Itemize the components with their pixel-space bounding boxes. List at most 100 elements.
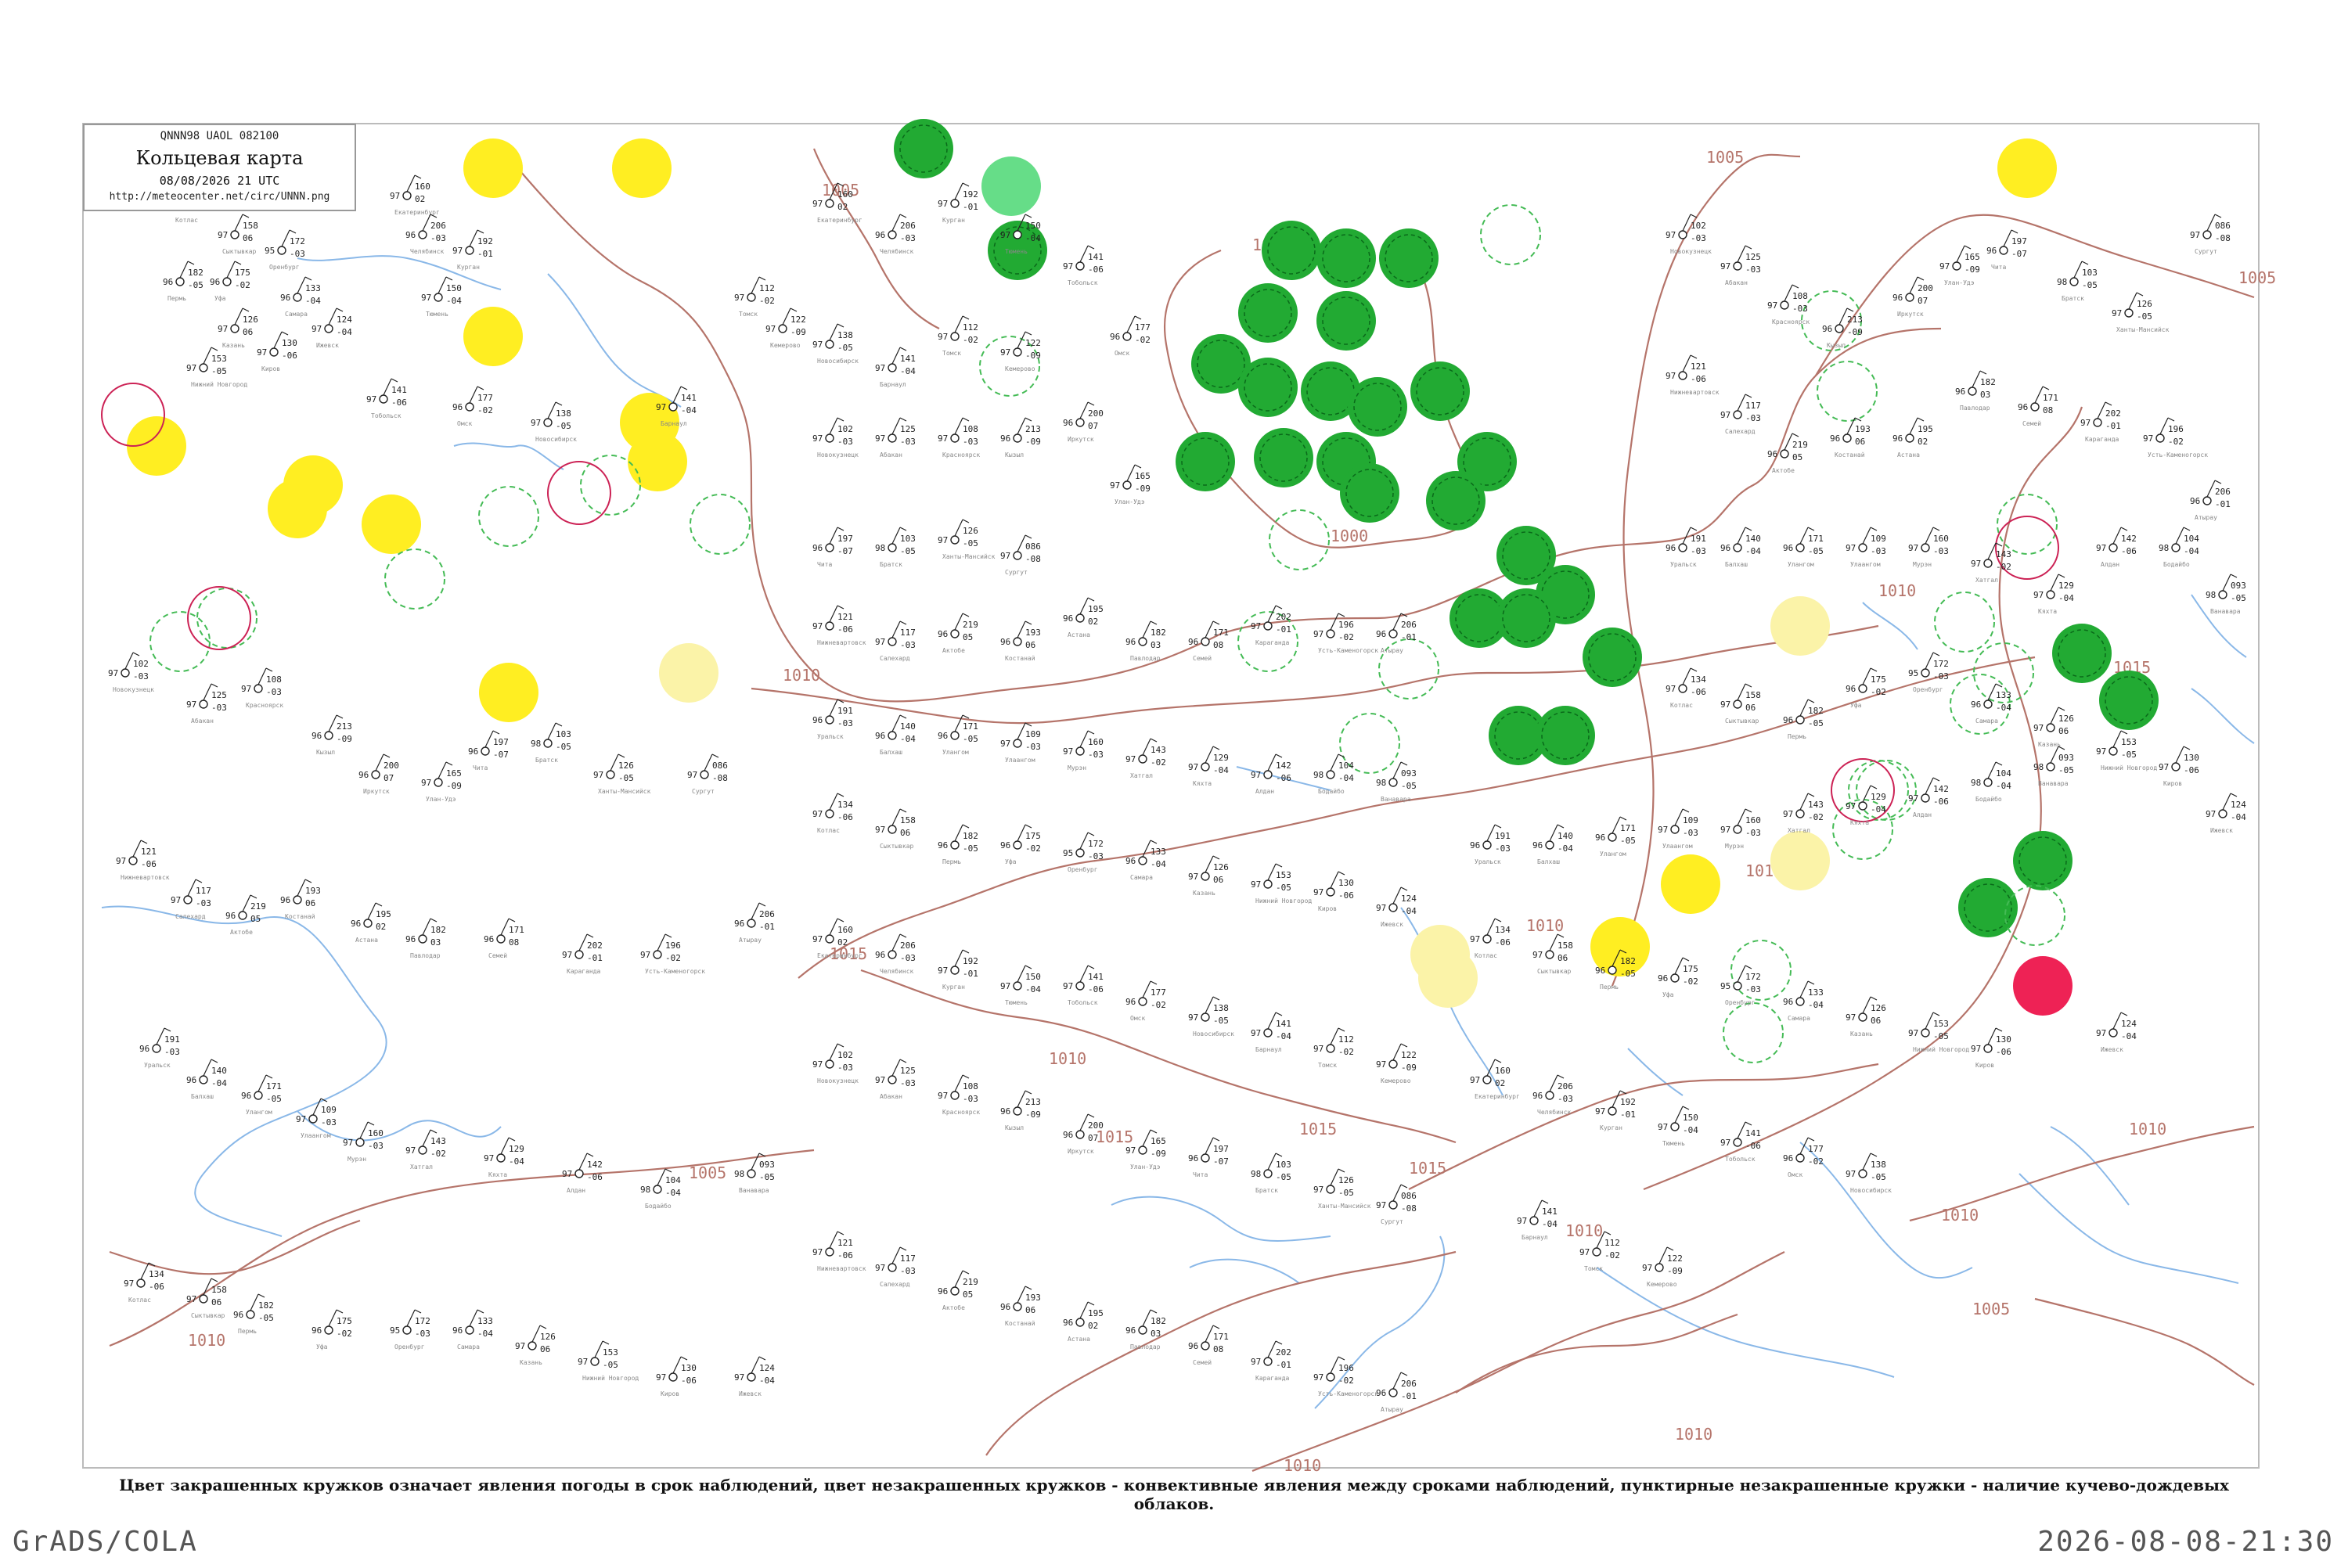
- station-name: Усть-Каменогорск: [1318, 1390, 1378, 1397]
- station-name: Мурэн: [1913, 561, 1932, 568]
- station-marker: [700, 770, 709, 779]
- temperature-value: 96: [1783, 997, 1793, 1007]
- temperature-value: 97: [2096, 746, 2106, 757]
- pressure-value: 122: [1401, 1050, 1417, 1060]
- temperature-value: 97: [812, 809, 823, 819]
- tendency-value: 02: [1495, 1078, 1505, 1088]
- station-marker: [230, 230, 239, 239]
- temperature-value: 96: [938, 1286, 948, 1296]
- temperature-value: 96: [812, 543, 823, 553]
- station-name: Атырау: [1381, 647, 1403, 654]
- pressure-value: 193: [1855, 424, 1871, 434]
- station-marker: [434, 778, 443, 787]
- tendency-value: -04: [1025, 233, 1041, 243]
- tendency-value: -02: [1808, 1156, 1824, 1167]
- station-marker: [574, 950, 584, 959]
- pressure-value: 086: [1401, 1191, 1417, 1201]
- station-marker: [1075, 746, 1085, 756]
- temperature-value: 97: [2159, 762, 2169, 772]
- tendency-value: -04: [337, 327, 352, 337]
- station-name: Екатеринбург: [1475, 1092, 1520, 1100]
- tendency-value: 03: [430, 937, 441, 948]
- temperature-value: 97: [1846, 1169, 1856, 1179]
- tendency-value: -03: [963, 437, 978, 447]
- pressure-value: 126: [1213, 862, 1229, 872]
- temperature-value: 98: [2033, 762, 2044, 772]
- station-marker: [888, 825, 897, 834]
- station-name: Тюмень: [426, 311, 448, 318]
- pressure-value: 108: [266, 674, 282, 685]
- station-marker: [825, 433, 834, 443]
- station-name: Кызыл: [1005, 1124, 1024, 1131]
- station-name: Пермь: [1600, 984, 1619, 991]
- station-marker: [825, 934, 834, 944]
- temperature-value: 97: [1313, 1044, 1323, 1054]
- station-marker: [825, 621, 834, 631]
- tendency-value: -03: [164, 1047, 180, 1057]
- pressure-value: 102: [1691, 221, 1706, 231]
- station-marker: [1921, 668, 1930, 678]
- temperature-value: 97: [1188, 762, 1198, 772]
- pressure-value: 182: [430, 925, 446, 935]
- station-name: Балхаш: [880, 749, 902, 756]
- temperature-value: 97: [1517, 1216, 1527, 1226]
- station-name: Тюмень: [1662, 1140, 1685, 1147]
- station-name: Барнаул: [661, 420, 687, 427]
- station-name: Иркутск: [363, 788, 390, 795]
- station-marker: [1678, 684, 1687, 693]
- tendency-value: -07: [1213, 1156, 1229, 1167]
- tendency-value: 03: [1151, 640, 1161, 650]
- station-marker: [1858, 801, 1867, 811]
- tendency-value: 05: [1792, 452, 1802, 462]
- station-name: Кемерово: [1381, 1077, 1411, 1084]
- station-marker: [277, 246, 286, 255]
- temperature-value: 97: [1658, 825, 1668, 835]
- station-name: Киров: [2163, 780, 2182, 787]
- tendency-value: -02: [1151, 1000, 1166, 1010]
- temperature-value: 96: [1000, 840, 1010, 851]
- tendency-value: -04: [1683, 1125, 1698, 1135]
- station-marker: [1013, 1106, 1022, 1116]
- station-marker: [1733, 410, 1742, 419]
- pressure-value: 182: [1151, 1316, 1166, 1326]
- pressure-value: 140: [1558, 831, 1573, 841]
- station-name: Омск: [1115, 350, 1129, 357]
- station-name: Нижний Новгород: [582, 1375, 639, 1382]
- tendency-value: 02: [837, 202, 848, 212]
- tendency-value: -03: [1691, 546, 1706, 556]
- station-name: Сыктывкар: [191, 1312, 225, 1319]
- station-name: Братск: [535, 757, 558, 764]
- pressure-value: 122: [790, 315, 806, 325]
- tendency-value: -05: [900, 546, 916, 556]
- map-title: Кольцевая карта: [135, 147, 304, 169]
- pressure-value: 171: [2043, 393, 2058, 403]
- station-name: Семей: [1193, 1359, 1212, 1366]
- pressure-value: 126: [2137, 299, 2152, 309]
- pressure-value: 182: [1980, 377, 1996, 387]
- temperature-value: 96: [225, 911, 236, 921]
- tendency-value: 07: [1088, 1133, 1098, 1143]
- station-marker: [269, 347, 279, 357]
- station-marker: [1075, 981, 1085, 991]
- temperature-value: 97: [1313, 1372, 1323, 1383]
- station-name: Нижний Новгород: [1913, 1046, 1969, 1053]
- station-name: Улан-Удэ: [1130, 1163, 1161, 1171]
- temperature-value: 96: [1110, 332, 1120, 342]
- tendency-value: -05: [1401, 781, 1417, 791]
- tendency-value: -06: [2121, 546, 2137, 556]
- station-marker: [496, 1153, 506, 1163]
- station-name: Сургут: [692, 788, 715, 795]
- station-name: Нижний Новгород: [1255, 897, 1312, 904]
- station-name: Самара: [1975, 717, 1998, 725]
- pressure-value: 193: [305, 886, 321, 896]
- tendency-value: -06: [1495, 937, 1511, 948]
- station-name: Оренбург: [1068, 865, 1098, 873]
- pressure-value: 175: [1871, 674, 1886, 685]
- temperature-value: 97: [218, 324, 228, 334]
- tendency-value: -05: [266, 1094, 282, 1104]
- temperature-value: 97: [1110, 480, 1120, 491]
- station-name: Кызыл: [1827, 342, 1846, 349]
- station-marker: [1013, 739, 1022, 748]
- weather-circle: [1496, 588, 1556, 648]
- station-name: Астана: [1897, 451, 1920, 459]
